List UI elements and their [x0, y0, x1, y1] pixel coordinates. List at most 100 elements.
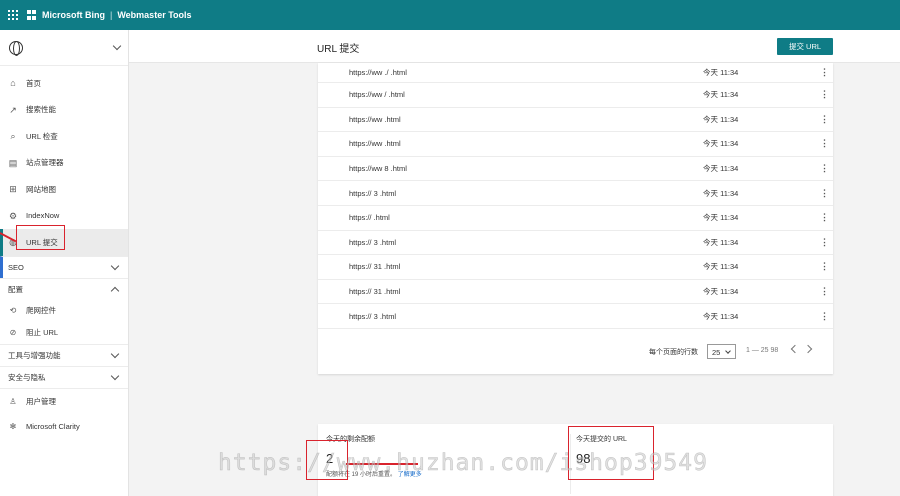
- url-cell[interactable]: https://ww ./ .html: [349, 68, 689, 77]
- more-options-icon[interactable]: ⋮: [820, 138, 829, 149]
- url-cell[interactable]: https://ww .html: [349, 115, 689, 124]
- sidebar-item-label: 爬网控件: [26, 306, 56, 315]
- sidebar-item-microsoft-clarity[interactable]: ✻ Microsoft Clarity: [0, 414, 128, 440]
- url-table: https://ww ./ .html 今天 11:34 ⋮ https://ww /…: [318, 63, 833, 329]
- table-row[interactable]: https:// 3 .html 今天 11:34 ⋮: [318, 304, 833, 329]
- microsoft-logo-icon: [27, 10, 37, 20]
- sidebar-item-label: 阻止 URL: [26, 328, 59, 337]
- sidebar-item-sitemaps[interactable]: ⊞ 网站地图: [0, 176, 128, 203]
- sidebar-item-home[interactable]: ⌂ 首页: [0, 70, 128, 97]
- time-cell: 今天 11:34: [703, 68, 739, 77]
- submit-url-button[interactable]: 提交 URL: [777, 38, 833, 55]
- chevron-down-icon[interactable]: [112, 41, 122, 51]
- rows-per-page-select[interactable]: 25: [707, 344, 736, 359]
- time-cell: 今天 11:34: [703, 139, 739, 149]
- sidebar-item-label: 站点管理器: [26, 158, 64, 168]
- sidebar-item-label: URL 检查: [26, 131, 58, 141]
- table-row[interactable]: https://ww .html 今天 11:34 ⋮: [318, 108, 833, 133]
- url-cell[interactable]: https:// 31 .html: [349, 262, 689, 271]
- time-cell: 今天 11:34: [703, 262, 739, 272]
- table-row[interactable]: https:// 3 .html 今天 11:34 ⋮: [318, 181, 833, 206]
- sidebar-item-url-inspection[interactable]: ⌕ URL 检查: [0, 123, 128, 150]
- sidebar-group-config[interactable]: 配置: [0, 277, 128, 300]
- page-title: URL 提交: [317, 44, 360, 55]
- document-icon: ▤: [8, 157, 18, 168]
- sidebar-item-site-explorer[interactable]: ▤ 站点管理器: [0, 150, 128, 177]
- table-row[interactable]: https://ww 8 .html 今天 11:34 ⋮: [318, 157, 833, 182]
- chevron-left-icon[interactable]: [790, 344, 800, 354]
- block-icon: ⊘: [9, 328, 17, 337]
- page-range: 1 — 25 98: [746, 347, 779, 354]
- time-cell: 今天 11:34: [703, 90, 739, 100]
- time-cell: 今天 11:34: [703, 287, 739, 297]
- url-cell[interactable]: https:// 3 .html: [349, 189, 689, 198]
- table-row[interactable]: https://ww / .html 今天 11:34 ⋮: [318, 83, 833, 108]
- sidebar-item-search-performance[interactable]: ↗ 搜索性能: [0, 97, 128, 124]
- more-options-icon[interactable]: ⋮: [820, 163, 829, 174]
- sidebar-item-label: 搜索性能: [26, 105, 56, 115]
- search-icon: ⌕: [10, 131, 16, 142]
- url-cell[interactable]: https://ww .html: [349, 139, 689, 148]
- user-icon: ♙: [9, 396, 17, 406]
- more-options-icon[interactable]: ⋮: [820, 89, 829, 100]
- table-row[interactable]: https://ww ./ .html 今天 11:34 ⋮: [318, 63, 833, 83]
- home-icon: ⌂: [10, 78, 16, 89]
- brand-name[interactable]: Microsoft Bing: [42, 10, 105, 20]
- more-options-icon[interactable]: ⋮: [820, 261, 829, 272]
- page-header: URL 提交 提交 URL: [129, 30, 900, 63]
- watermark: https://www.huzhan.com/ishop39549: [218, 450, 708, 477]
- rows-per-page-label: 每个页面的行数: [649, 349, 698, 356]
- url-cell[interactable]: https:// 31 .html: [349, 287, 689, 296]
- url-cell[interactable]: https://ww / .html: [349, 90, 689, 99]
- sidebar-item-label: 网站地图: [26, 184, 56, 194]
- group-label: 配置: [8, 284, 23, 294]
- sidebar-item-label: 首页: [26, 78, 41, 88]
- sitemap-icon: ⊞: [9, 184, 17, 195]
- more-options-icon[interactable]: ⋮: [820, 188, 829, 199]
- more-options-icon[interactable]: ⋮: [820, 237, 829, 248]
- brand-separator: |: [110, 10, 113, 20]
- group-label: SEO: [8, 262, 24, 272]
- product-name[interactable]: Webmaster Tools: [117, 10, 191, 20]
- table-row[interactable]: https:// 3 .html 今天 11:34 ⋮: [318, 231, 833, 256]
- more-options-icon[interactable]: ⋮: [820, 67, 829, 78]
- time-cell: 今天 11:34: [703, 114, 739, 124]
- table-row[interactable]: https:// 31 .html 今天 11:34 ⋮: [318, 255, 833, 280]
- chevron-down-icon: [110, 371, 120, 380]
- group-label: 安全与隐私: [8, 372, 46, 382]
- submitted-urls-card: https://ww ./ .html 今天 11:34 ⋮ https://ww /…: [318, 63, 833, 374]
- table-row[interactable]: https://ww .html 今天 11:34 ⋮: [318, 132, 833, 157]
- more-options-icon[interactable]: ⋮: [820, 311, 829, 322]
- time-cell: 今天 11:34: [703, 188, 739, 198]
- chevron-right-icon[interactable]: [803, 344, 813, 354]
- table-row[interactable]: https:// .html 今天 11:34 ⋮: [318, 206, 833, 231]
- url-cell[interactable]: https:// 3 .html: [349, 312, 689, 321]
- sidebar-group-seo[interactable]: SEO: [0, 255, 128, 278]
- sidebar-item-block-urls[interactable]: ⊘ 阻止 URL: [0, 322, 128, 344]
- more-options-icon[interactable]: ⋮: [820, 114, 829, 125]
- chevron-up-icon: [110, 286, 120, 295]
- top-bar: Microsoft Bing | Webmaster Tools: [0, 0, 900, 30]
- site-selector[interactable]: [0, 30, 128, 66]
- more-options-icon[interactable]: ⋮: [820, 286, 829, 297]
- pagination: 每个页面的行数 25 1 — 25 98: [318, 342, 833, 362]
- globe-icon: [9, 40, 23, 56]
- sidebar-group-security[interactable]: 安全与隐私: [0, 365, 128, 388]
- table-row[interactable]: https:// 31 .html 今天 11:34 ⋮: [318, 280, 833, 305]
- sidebar-item-label: Microsoft Clarity: [26, 422, 80, 431]
- sidebar-item-user-management[interactable]: ♙ 用户管理: [0, 387, 128, 414]
- clarity-icon: ✻: [9, 422, 17, 431]
- group-label: 工具与增强功能: [8, 350, 61, 360]
- chevron-down-icon: [110, 261, 120, 270]
- sidebar-group-tools[interactable]: 工具与增强功能: [0, 343, 128, 366]
- url-cell[interactable]: https://ww 8 .html: [349, 164, 689, 173]
- sidebar-item-label: 用户管理: [26, 396, 56, 406]
- sidebar: ⌂ 首页 ↗ 搜索性能 ⌕ URL 检查 ▤ 站点管理器 ⊞ 网站地图 ⚙ IndexNow…: [0, 30, 129, 496]
- more-options-icon[interactable]: ⋮: [820, 212, 829, 223]
- time-cell: 今天 11:34: [703, 164, 739, 174]
- url-cell[interactable]: https:// .html: [349, 213, 689, 222]
- time-cell: 今天 11:34: [703, 311, 739, 321]
- url-cell[interactable]: https:// 3 .html: [349, 238, 689, 247]
- app-launcher-icon[interactable]: [8, 10, 18, 20]
- sidebar-item-crawl-control[interactable]: ⟲ 爬网控件: [0, 300, 128, 322]
